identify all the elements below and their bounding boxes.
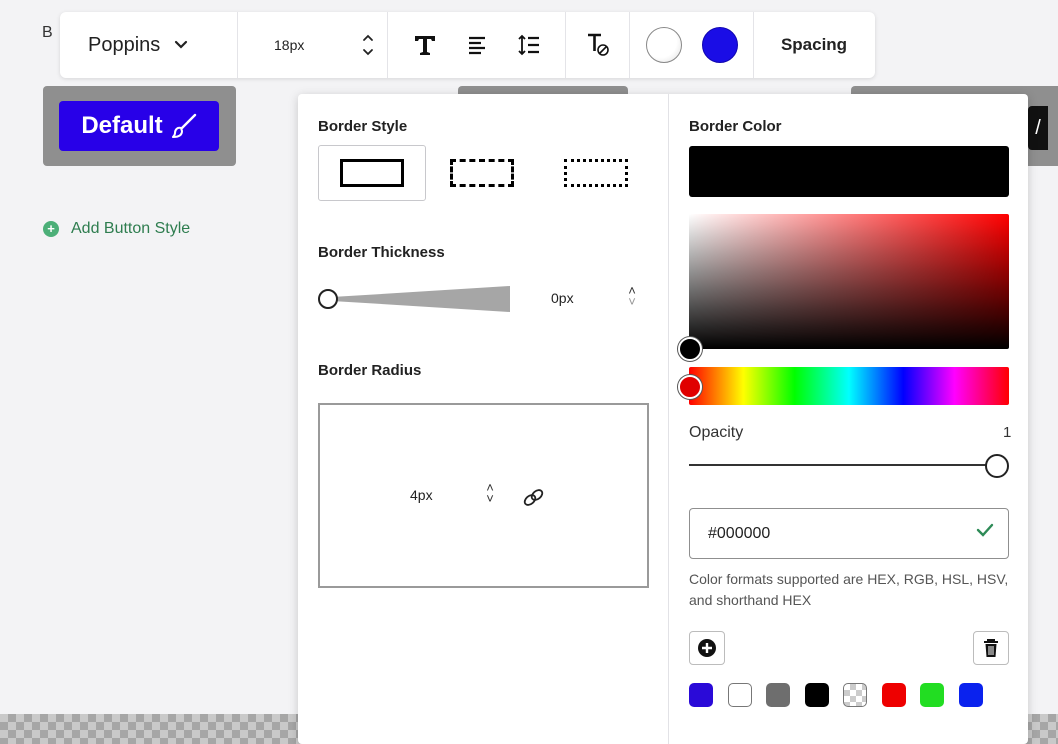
text-format-tools: [388, 12, 566, 78]
color-preset-swatch[interactable]: [920, 683, 944, 707]
align-left-icon[interactable]: [466, 34, 488, 56]
line-height-icon[interactable]: [517, 33, 541, 57]
chevron-down-icon[interactable]: ˅: [625, 295, 639, 308]
thickness-value[interactable]: 0px: [551, 290, 574, 306]
radius-value[interactable]: 4px: [410, 487, 433, 503]
radius-stepper[interactable]: ˄ ˅: [483, 481, 497, 505]
opacity-value: 1: [1003, 424, 1012, 441]
saturation-picker[interactable]: [689, 214, 1009, 349]
font-size-value: 18px: [274, 37, 305, 53]
spacing-button[interactable]: Spacing: [754, 12, 874, 78]
chevron-down-icon: [175, 40, 188, 49]
border-settings-popover: Border Style Border Thickness 0px ˄ ˅ Bo…: [298, 94, 1028, 744]
color-preset-swatch[interactable]: [766, 683, 790, 707]
check-icon: [976, 523, 994, 537]
color-preset-swatch[interactable]: [804, 683, 829, 707]
add-preset-button[interactable]: [689, 631, 725, 665]
color-preset-swatch[interactable]: [689, 683, 713, 707]
thickness-stepper[interactable]: ˄ ˅: [625, 284, 639, 308]
panel-divider: [668, 94, 669, 744]
opacity-slider-handle[interactable]: [985, 454, 1009, 478]
opacity-label: Opacity: [689, 424, 744, 441]
plus-circle-icon: [698, 639, 716, 657]
border-radius-label: Border Radius: [318, 362, 422, 379]
font-size-stepper[interactable]: 18px: [238, 12, 388, 78]
border-thickness-label: Border Thickness: [318, 244, 445, 261]
section-heading-fragment: B: [42, 24, 53, 41]
hex-color-input[interactable]: [689, 508, 1009, 559]
solid-border-icon: [340, 159, 404, 187]
add-button-style-label: Add Button Style: [71, 220, 191, 237]
brush-icon: [171, 113, 196, 138]
dotted-border-icon: [564, 159, 628, 187]
stepper-arrows-icon[interactable]: [362, 32, 374, 58]
text-transform-icon[interactable]: [412, 33, 438, 57]
saturation-handle[interactable]: [678, 337, 702, 361]
chevron-down-icon[interactable]: ˅: [483, 492, 497, 505]
add-button-style-link[interactable]: + Add Button Style: [43, 220, 190, 238]
text-style-toolbar: Poppins 18px Spacing: [60, 12, 875, 78]
default-button-preview[interactable]: Default: [59, 101, 219, 151]
clear-format-button[interactable]: [566, 12, 630, 78]
color-preset-swatch[interactable]: [881, 683, 906, 707]
default-button-label: Default: [81, 112, 163, 139]
font-family-select[interactable]: Poppins: [60, 12, 238, 78]
dashed-border-icon: [450, 159, 514, 187]
button-preview-3[interactable]: /: [1028, 106, 1048, 150]
border-style-solid-option[interactable]: [318, 145, 426, 201]
plus-circle-icon: +: [43, 221, 59, 237]
background-color-swatch[interactable]: [701, 27, 738, 63]
border-color-label: Border Color: [689, 118, 782, 135]
border-style-label: Border Style: [318, 118, 408, 135]
hue-handle[interactable]: [678, 375, 702, 399]
font-family-value: Poppins: [88, 33, 161, 56]
trash-icon: [984, 639, 998, 657]
color-preset-swatch[interactable]: [843, 683, 867, 707]
border-style-dashed-option[interactable]: [428, 145, 536, 201]
color-preset-swatch[interactable]: [958, 683, 983, 707]
color-format-hint: Color formats supported are HEX, RGB, HS…: [689, 571, 1009, 608]
color-preset-swatch[interactable]: [727, 683, 752, 707]
color-pickers: [630, 12, 754, 78]
border-style-dotted-option[interactable]: [542, 145, 650, 201]
opacity-slider-track[interactable]: [689, 464, 989, 466]
delete-preset-button[interactable]: [973, 631, 1009, 665]
thickness-slider-handle[interactable]: [318, 289, 338, 309]
text-color-swatch[interactable]: [645, 27, 682, 63]
thickness-slider-track[interactable]: [334, 286, 510, 312]
hue-slider[interactable]: [689, 367, 1009, 405]
clear-format-icon: [587, 33, 609, 56]
link-corners-icon[interactable]: [520, 487, 548, 509]
current-color-preview: [689, 146, 1009, 197]
